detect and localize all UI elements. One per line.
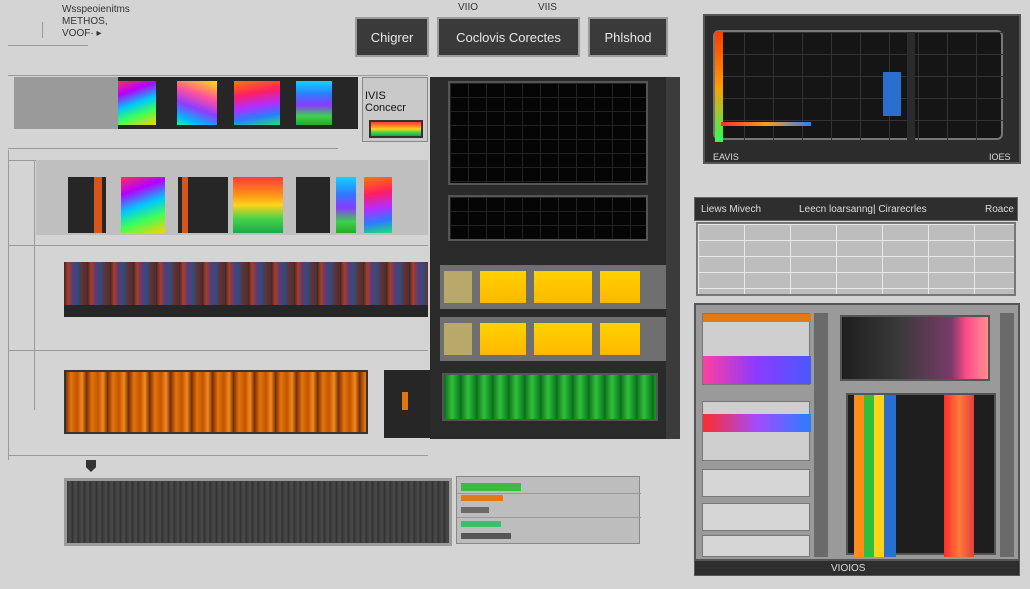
dark-grid-view[interactable] bbox=[448, 81, 648, 185]
gray-stripe-panel[interactable] bbox=[64, 478, 452, 546]
thumbnail-image[interactable] bbox=[296, 81, 332, 125]
swatch-card[interactable] bbox=[336, 177, 356, 233]
bar-card[interactable] bbox=[702, 401, 811, 461]
spectrum-view[interactable] bbox=[846, 393, 996, 557]
swatch-card[interactable] bbox=[364, 177, 392, 233]
swatch-card[interactable] bbox=[68, 177, 106, 233]
right-header-mid: Leecn loarsanng| Cirarecrles bbox=[799, 204, 927, 215]
center-tower bbox=[430, 77, 680, 439]
bar-card[interactable] bbox=[702, 313, 811, 385]
bar-card[interactable] bbox=[702, 535, 810, 557]
monitor-panel: EAVIS IOES bbox=[703, 14, 1021, 164]
yellow-panel[interactable] bbox=[440, 317, 668, 361]
header-top-right: VIIS bbox=[538, 2, 557, 13]
right-lower-panel bbox=[694, 303, 1020, 561]
swatch-card[interactable] bbox=[178, 177, 228, 233]
thumbnail-image[interactable] bbox=[118, 81, 156, 125]
swatch-card[interactable] bbox=[233, 177, 283, 233]
monitor-footer-right: IOES bbox=[989, 152, 1011, 162]
swatch-row bbox=[36, 160, 428, 235]
header-top-mid: VIIO bbox=[458, 2, 479, 13]
right-footer-label: VIOIOS bbox=[831, 563, 866, 574]
swatch-card[interactable] bbox=[121, 177, 165, 233]
green-panel[interactable] bbox=[442, 373, 658, 421]
plot-button[interactable]: Phlshod bbox=[588, 17, 668, 57]
middle-title-panel: IVIS Concecr bbox=[362, 77, 428, 142]
chart-button[interactable]: Chigrer bbox=[355, 17, 429, 57]
header-line-2: METHOS, bbox=[62, 16, 108, 27]
divider bbox=[42, 22, 43, 38]
right-header-right: Roace bbox=[985, 204, 1014, 215]
right-panel-header: Liews Mivech Leecn loarsanng| Cirarecrle… bbox=[694, 197, 1018, 221]
gradient-preview[interactable] bbox=[840, 315, 990, 381]
right-grid-table[interactable] bbox=[696, 222, 1016, 296]
right-panel-footer: VIOIOS bbox=[694, 560, 1020, 576]
middle-panel-title: IVIS Concecr bbox=[365, 90, 406, 114]
shield-icon bbox=[86, 460, 96, 472]
divider bbox=[8, 45, 88, 46]
monitor-screen[interactable] bbox=[713, 30, 1005, 142]
side-list bbox=[456, 476, 641, 544]
yellow-panel[interactable] bbox=[440, 265, 668, 309]
thumbnail-image[interactable] bbox=[177, 81, 217, 125]
right-header-left: Liews Mivech bbox=[701, 204, 762, 215]
thumbnail-image[interactable] bbox=[234, 81, 280, 125]
orange-stripe-panel[interactable] bbox=[64, 370, 368, 434]
bar-card[interactable] bbox=[702, 503, 810, 531]
middle-panel-swatch bbox=[369, 120, 423, 138]
dark-grid-view[interactable] bbox=[448, 195, 648, 241]
orange-side-block bbox=[384, 370, 430, 438]
bar-card[interactable] bbox=[702, 469, 810, 497]
thumbnail-strip bbox=[14, 77, 358, 129]
monitor-footer-left: EAVIS bbox=[713, 152, 739, 162]
swatch-card[interactable] bbox=[296, 177, 330, 233]
multicolor-stripe-panel[interactable] bbox=[64, 262, 428, 317]
header-line-3: VOOF· ▸ bbox=[62, 28, 102, 39]
center-button[interactable]: Coclovis Corectes bbox=[437, 17, 580, 57]
header-line-1: Wsspeoienitms bbox=[62, 4, 130, 15]
